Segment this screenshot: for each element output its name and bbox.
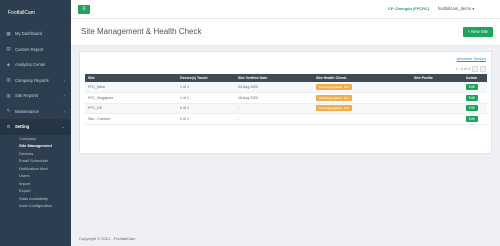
table-row: Site - Cannon 0 of 1 - Edit [85, 113, 487, 125]
cell-site: Site - Cannon [85, 113, 177, 125]
cell-tuned: 0 of 1 [177, 103, 235, 114]
submenu-item-import[interactable]: Import [0, 180, 71, 188]
chevron-right-icon: › [63, 77, 65, 83]
cell-verified: - [235, 113, 313, 125]
page-header: Site Management & Health Check + New Sit… [71, 19, 500, 46]
submenu-item-stats-availability[interactable]: Stats Availability [0, 195, 71, 203]
sidebar-item-analytics-center[interactable]: ◈ Analytics Center [0, 57, 71, 73]
sidebar-item-company-reports[interactable]: ▥ Company Reports › [0, 73, 71, 89]
submenu-item-area-configuration[interactable]: Area Configuration [0, 202, 71, 210]
edit-button[interactable]: Edit [466, 115, 478, 122]
edit-button[interactable]: Edit [466, 94, 478, 101]
health-badge[interactable]: Data Aggregation: N/A [316, 105, 352, 112]
edit-button[interactable]: Edit [466, 105, 478, 112]
sidebar-item-label: Maintenance [15, 108, 39, 114]
pager-text: 1 - 4 of 4 [455, 67, 470, 71]
brand-logo[interactable]: FootfallCam [0, 0, 71, 26]
footer-copyright: Copyright © 2021 - FootfallCam [79, 236, 136, 241]
cell-verified: 18 Aug 2020 [235, 92, 313, 104]
column-header-action: Action [466, 76, 478, 80]
site-table-panel: Advance Search 1 - 4 of 4 ‹ › Site Devic… [79, 51, 492, 154]
cell-verified: - [235, 103, 313, 114]
advance-search-link[interactable]: Advance Search [457, 56, 486, 61]
next-page-button[interactable]: › [480, 66, 486, 72]
submenu-item-export[interactable]: Export [0, 187, 71, 195]
chevron-right-icon: › [63, 108, 65, 114]
sidebar-item-label: Analytics Center [15, 62, 46, 68]
cell-tuned: 1 of 1 [177, 82, 235, 93]
prev-page-button[interactable]: ‹ [472, 66, 478, 72]
submenu-item-site-management[interactable]: Site Management [0, 142, 71, 150]
sidebar-item-setting[interactable]: ⚙ Setting ⌄ [0, 119, 71, 135]
sidebar-item-label: Site Reports [15, 93, 39, 99]
submenu-item-email-scheduler[interactable]: Email Scheduler [0, 157, 71, 165]
cell-action: Edit [463, 92, 487, 104]
cell-profile [411, 82, 463, 93]
user-name: footfallcam_demo [438, 6, 472, 11]
health-badge[interactable]: Data Aggregation: N/A [316, 84, 352, 90]
organization-label: CP Chengdu (FFCRC) [388, 6, 430, 11]
user-menu[interactable]: footfallcam_demo ▾ [438, 6, 474, 11]
site-table: Site Device(s) Tuned Site Verified Date … [85, 74, 487, 125]
cell-tuned: 1 of 1 [177, 92, 235, 104]
cell-health: Data Aggregation: N/A [313, 82, 411, 93]
cell-action: Edit [463, 82, 487, 93]
cell-health: Data Aggregation: N/A [313, 92, 411, 104]
cell-action: Edit [463, 113, 487, 125]
sidebar-item-site-reports[interactable]: ▥ Site Reports › [0, 88, 71, 104]
cell-site: FFC_UK [85, 103, 177, 114]
cell-tuned: 0 of 1 [177, 113, 235, 125]
cell-profile [411, 113, 463, 125]
submenu-item-notification-alert[interactable]: Notification Alert [0, 165, 71, 173]
cell-health [313, 113, 411, 125]
submenu-item-users[interactable]: Users [0, 172, 71, 180]
caret-down-icon: ▾ [472, 6, 475, 11]
chart-icon: ▥ [6, 92, 11, 98]
column-header-devices-tuned[interactable]: Device(s) Tuned [177, 74, 235, 82]
sidebar-item-my-dashboard[interactable]: ▦ My Dashboard [0, 26, 71, 42]
sidebar-item-label: Custom Report [15, 46, 44, 52]
analytics-icon: ◈ [6, 61, 11, 67]
column-header-site[interactable]: Site [85, 74, 177, 82]
new-site-button[interactable]: + New Site [462, 27, 493, 37]
submenu-item-devices[interactable]: Devices [0, 150, 71, 158]
sidebar-item-label: Setting [15, 124, 30, 130]
cell-verified: 04 Aug 2020 [235, 82, 313, 93]
page-title: Site Management & Health Check [81, 27, 202, 36]
cell-site: FFC_Singapore [85, 92, 177, 104]
column-header-verified-date[interactable]: Site Verified Date [235, 74, 313, 82]
setting-submenu: Company Site Management Devices Email Sc… [0, 134, 71, 210]
top-bar: ≡ CP Chengdu (FFCRC) footfallcam_demo ▾ [71, 0, 500, 19]
pagination: 1 - 4 of 4 ‹ › [456, 66, 486, 72]
sidebar: FootfallCam ▦ My Dashboard ▤ Custom Repo… [0, 0, 71, 246]
column-header-site-profile[interactable]: Site Profile [411, 74, 463, 82]
cell-health: Data Aggregation: N/A [313, 103, 411, 114]
cell-action: Edit [463, 103, 487, 114]
table-row: FFC_Singapore 1 of 1 18 Aug 2020 Data Ag… [85, 92, 487, 104]
sidebar-item-custom-report[interactable]: ▤ Custom Report [0, 42, 71, 58]
wrench-icon: ✎ [6, 108, 11, 114]
sidebar-item-label: Company Reports [15, 77, 49, 83]
sidebar-item-label: My Dashboard [15, 31, 43, 37]
table-header-row: Site Device(s) Tuned Site Verified Date … [85, 74, 487, 82]
column-header-health-check[interactable]: Site Health Check [313, 74, 411, 82]
table-row: FFC_Mica 1 of 1 04 Aug 2020 Data Aggrega… [85, 82, 487, 93]
chart-icon: ▥ [6, 77, 11, 83]
cell-profile [411, 103, 463, 114]
report-icon: ▤ [6, 46, 11, 52]
edit-button[interactable]: Edit [466, 84, 478, 90]
chevron-right-icon: › [63, 93, 65, 99]
chevron-down-icon: ⌄ [61, 124, 65, 130]
health-badge[interactable]: Data Aggregation: N/A [316, 94, 352, 101]
submenu-item-company[interactable]: Company [0, 135, 71, 143]
gear-icon: ⚙ [6, 123, 11, 129]
hamburger-icon[interactable]: ≡ [78, 5, 90, 14]
cell-profile [411, 92, 463, 104]
dashboard-icon: ▦ [6, 30, 11, 36]
cell-site: FFC_Mica [85, 82, 177, 93]
table-row: FFC_UK 0 of 1 - Data Aggregation: N/A Ed… [85, 103, 487, 114]
sidebar-item-maintenance[interactable]: ✎ Maintenance › [0, 104, 71, 120]
